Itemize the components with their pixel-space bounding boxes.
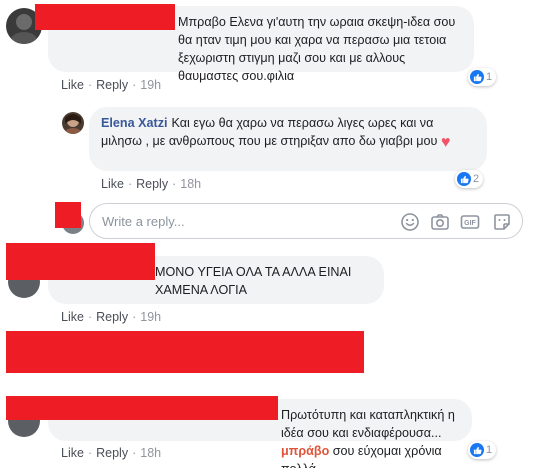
like-reaction-icon (470, 443, 484, 457)
comment-text: Μπραβο Ελενα γι'αυτη την ωραια σκεψη-ιδε… (178, 15, 456, 83)
reaction-count-badge[interactable]: 1 (468, 68, 497, 86)
reply-link[interactable]: Reply (96, 446, 128, 460)
sticker-icon[interactable] (492, 212, 512, 232)
reply-composer[interactable]: GIF (89, 203, 523, 239)
comment-text: Πρωτότυπη και καταπληκτική η ιδέα σου κα… (281, 408, 455, 440)
highlighted-word: μπράβο (281, 444, 330, 458)
camera-icon[interactable] (430, 212, 450, 232)
reaction-count-badge[interactable]: 2 (455, 170, 484, 188)
smiley-icon[interactable] (400, 212, 420, 232)
comment-time[interactable]: 18h (180, 177, 201, 191)
like-reaction-icon (457, 172, 471, 186)
avatar-photo-icon (64, 114, 82, 134)
reaction-count: 1 (486, 71, 493, 83)
comment-actions: Like · Reply · 19h (61, 310, 162, 324)
reply-bubble: Elena Xatzi Και εγω θα χαρω να περασω λιγ… (89, 107, 487, 171)
redacted-author-name (35, 4, 175, 30)
reply-input[interactable] (102, 212, 382, 230)
redacted-author-name (6, 243, 155, 280)
like-link[interactable]: Like (61, 78, 84, 92)
like-link[interactable]: Like (101, 177, 124, 191)
reply-link[interactable]: Reply (96, 78, 128, 92)
like-link[interactable]: Like (61, 310, 84, 324)
comment-actions: Like · Reply · 18h (61, 446, 162, 460)
comment-actions: Like · Reply · 19h (61, 78, 162, 92)
comment-actions: Like · Reply · 18h (101, 177, 202, 191)
reply-link[interactable]: Reply (136, 177, 168, 191)
comment-time[interactable]: 19h (140, 78, 161, 92)
avatar[interactable] (62, 112, 84, 134)
gif-icon[interactable]: GIF (460, 212, 480, 232)
svg-text:GIF: GIF (464, 220, 476, 227)
comment-time[interactable]: 18h (140, 446, 161, 460)
like-link[interactable]: Like (61, 446, 84, 460)
redacted-comment (6, 331, 364, 373)
reaction-count: 2 (473, 173, 480, 185)
reaction-count-badge[interactable]: 1 (468, 441, 497, 459)
comment-time[interactable]: 19h (140, 310, 161, 324)
redacted-user-avatar (55, 202, 81, 228)
like-reaction-icon (470, 70, 484, 84)
heart-emoji-icon: ♥ (440, 134, 451, 151)
comment-text: ΜΟΝΟ ΥΓΕΙΑ ΟΛΑ ΤΑ ΑΛΛΑ ΕΙΝΑΙ ΧΑΜΕΝΑ ΛΟΓΙ… (155, 265, 352, 297)
reaction-count: 1 (486, 444, 493, 456)
redacted-author-name (6, 396, 278, 420)
reply-link[interactable]: Reply (96, 310, 128, 324)
comment-author-link[interactable]: Elena Xatzi (101, 116, 168, 130)
